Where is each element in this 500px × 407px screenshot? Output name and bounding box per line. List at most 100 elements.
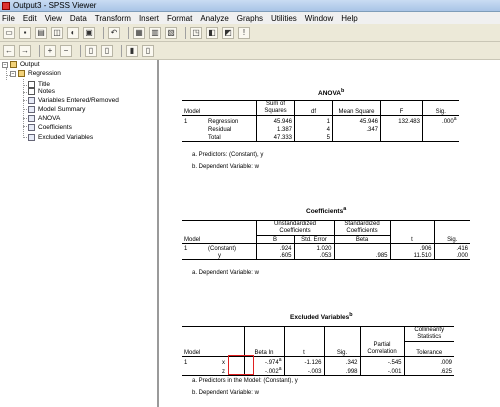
table-row: Total 47.333 5 — [182, 133, 459, 142]
coef-header-blank — [389, 220, 434, 236]
anova-header-f: F — [380, 100, 423, 116]
back-icon[interactable]: ← — [3, 44, 15, 57]
hide-icon[interactable]: ▯ — [142, 44, 154, 57]
menu-utilities[interactable]: Utilities — [271, 14, 297, 23]
menu-bar: File Edit View Data Transform Insert For… — [0, 12, 500, 24]
excl-header-tolerance: Tolerance — [403, 341, 454, 357]
outline-item-label: Title — [38, 81, 51, 88]
anova-cell-ss: 47.333 — [256, 133, 295, 142]
anova-footnote: a. Predictors: (Constant), y — [192, 152, 264, 158]
anova-table[interactable]: Model Sum of Squares df Mean Square F Si… — [182, 100, 459, 142]
expand-icon[interactable]: ▯ — [85, 44, 97, 57]
anova-cell-ss: 45.946 — [256, 115, 295, 125]
save-icon[interactable]: ▪ — [19, 26, 31, 39]
outline-item-notes[interactable]: Notes — [28, 88, 55, 95]
menu-transform[interactable]: Transform — [95, 14, 131, 23]
collapse-box-icon[interactable]: − — [2, 61, 8, 68]
promote-icon[interactable]: + — [44, 44, 56, 57]
menu-analyze[interactable]: Analyze — [200, 14, 228, 23]
undo-icon[interactable]: ↶ — [108, 26, 120, 39]
coef-header-blank — [182, 220, 256, 236]
outline-group-label: Regression — [28, 70, 61, 77]
outline-pane[interactable]: − Output − Regression Title Notes Variab… — [0, 60, 159, 407]
table-item-icon — [28, 97, 35, 104]
menu-help[interactable]: Help — [341, 14, 357, 23]
notes-item-icon — [28, 88, 35, 95]
menu-window[interactable]: Window — [305, 14, 333, 23]
variables-icon[interactable]: ▧ — [165, 26, 177, 39]
show-icon[interactable]: ▮ — [126, 44, 138, 57]
table-row: y .605 .053 .985 11.510 .000 — [182, 251, 470, 260]
outline-item-label: Variables Entered/Removed — [38, 97, 119, 104]
coef-header-unstd: Unstandardized Coefficients — [255, 220, 334, 236]
coefficients-title[interactable]: Coefficientsa — [306, 206, 346, 215]
excl-header-blank — [359, 326, 404, 342]
recall-dialog-icon[interactable]: ▣ — [83, 26, 95, 39]
excl-header-blank — [182, 326, 244, 342]
goto-case-icon[interactable]: ▥ — [149, 26, 161, 39]
excluded-table[interactable]: Collinearity Statistics Model Beta In t … — [182, 326, 454, 376]
excl-cell-tolerance: .625 — [403, 365, 454, 376]
anova-header-model: Model — [182, 100, 252, 116]
outline-item-anova[interactable]: ANOVA — [28, 115, 60, 122]
forward-icon[interactable]: → — [19, 44, 31, 57]
toolbar-separator — [80, 44, 81, 57]
select-output-icon[interactable]: ◧ — [206, 26, 218, 39]
anova-title[interactable]: ANOVAb — [318, 88, 344, 97]
print-icon[interactable]: ▤ — [35, 26, 47, 39]
menu-graphs[interactable]: Graphs — [237, 14, 263, 23]
help-icon[interactable]: ! — [238, 26, 250, 39]
anova-header-ms: Mean Square — [332, 100, 381, 116]
print-preview-icon[interactable]: ◫ — [51, 26, 63, 39]
collapse-box-icon[interactable]: − — [10, 70, 16, 77]
outline-item-variables[interactable]: Variables Entered/Removed — [28, 97, 119, 104]
demote-icon[interactable]: − — [60, 44, 72, 57]
excluded-footnote: a. Predictors in the Model: (Constant), … — [192, 378, 298, 384]
anova-footnote: b. Dependent Variable: w — [192, 164, 259, 170]
excl-header-t: t — [283, 341, 324, 357]
outline-item-label: Notes — [38, 88, 55, 95]
outline-group-regression[interactable]: − Regression — [10, 70, 61, 77]
coef-cell-se: 1.020 — [293, 243, 334, 252]
outline-item-label: Coefficients — [38, 124, 72, 131]
collapse-icon[interactable]: ▯ — [101, 44, 113, 57]
excl-header-beta-in: Beta In — [243, 341, 284, 357]
excluded-title[interactable]: Excluded Variablesb — [290, 312, 353, 321]
outline-root[interactable]: − Output — [2, 61, 40, 68]
anova-cell-sig — [422, 133, 459, 142]
coef-row-label: y — [182, 251, 256, 260]
coefficients-table[interactable]: Unstandardized Coefficients Standardized… — [182, 220, 470, 260]
menu-edit[interactable]: Edit — [23, 14, 37, 23]
open-icon[interactable]: ▭ — [3, 26, 15, 39]
menu-file[interactable]: File — [2, 14, 15, 23]
output-content-pane[interactable]: ANOVAb Model Sum of Squares df Mean Squa… — [162, 60, 500, 407]
output-book-icon — [10, 61, 17, 68]
menu-format[interactable]: Format — [167, 14, 192, 23]
use-sets-icon[interactable]: ◳ — [190, 26, 202, 39]
excluded-footnote: b. Dependent Variable: w — [192, 390, 259, 396]
coef-header-se: Std. Error — [293, 235, 334, 244]
anova-cell-df: 5 — [294, 133, 333, 142]
anova-title-sup: b — [341, 88, 345, 94]
excl-header-blank — [243, 326, 284, 342]
coef-cell-t: .906 — [389, 243, 434, 252]
coef-header-beta: Beta — [333, 235, 390, 244]
menu-insert[interactable]: Insert — [139, 14, 159, 23]
table-item-icon — [28, 134, 35, 141]
excl-header-blank — [283, 326, 324, 342]
excl-cell-sig: .998 — [323, 365, 360, 376]
outline-item-excluded[interactable]: Excluded Variables — [28, 134, 93, 141]
anova-cell-sig: .000a — [422, 115, 459, 125]
anova-cell-df: 1 — [294, 115, 333, 125]
menu-view[interactable]: View — [45, 14, 62, 23]
export-icon[interactable]: ◐ — [67, 26, 79, 39]
outline-item-coefficients[interactable]: Coefficients — [28, 124, 72, 131]
designate-window-icon[interactable]: ◩ — [222, 26, 234, 39]
highlight-box — [228, 355, 254, 375]
coef-cell-b: .605 — [255, 251, 294, 260]
menu-data[interactable]: Data — [70, 14, 87, 23]
excl-cell-tolerance: .009 — [403, 356, 454, 366]
outline-item-model-summary[interactable]: Model Summary — [28, 106, 85, 113]
outline-item-title[interactable]: Title — [28, 81, 50, 88]
goto-data-icon[interactable]: ▦ — [133, 26, 145, 39]
